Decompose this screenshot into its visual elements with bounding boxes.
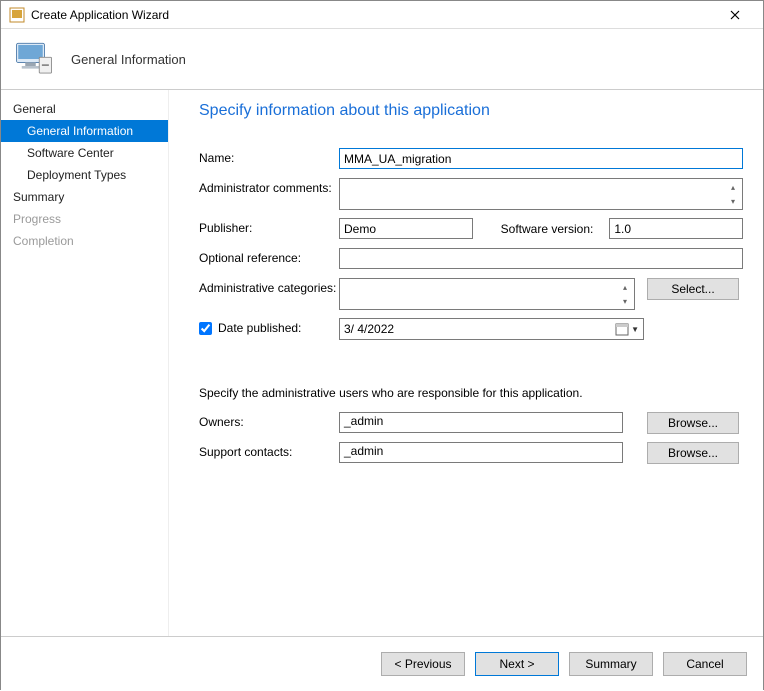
browse-support-contacts-button[interactable]: Browse... — [647, 442, 739, 464]
next-button[interactable]: Next > — [475, 652, 559, 676]
previous-button[interactable]: < Previous — [381, 652, 465, 676]
header-band: General Information — [1, 29, 763, 89]
date-published-input[interactable]: 3/ 4/2022 ▼ — [339, 318, 644, 340]
main-heading: Specify information about this applicati… — [199, 102, 743, 120]
sidebar-group-summary[interactable]: Summary — [1, 186, 168, 208]
chevron-down-icon[interactable]: ▾ — [725, 194, 741, 208]
admin-categories-scroll[interactable]: ▴ ▾ — [617, 280, 633, 308]
publisher-input[interactable] — [339, 218, 473, 239]
window-title: Create Application Wizard — [31, 8, 715, 22]
date-published-check[interactable] — [199, 322, 212, 335]
page-title: General Information — [71, 52, 186, 67]
label-optional-reference: Optional reference: — [199, 248, 339, 265]
cancel-button[interactable]: Cancel — [663, 652, 747, 676]
software-version-input[interactable] — [609, 218, 743, 239]
sidebar-item-deployment-types[interactable]: Deployment Types — [1, 164, 168, 186]
label-name: Name: — [199, 148, 339, 165]
support-contacts-input[interactable]: _admin — [339, 442, 623, 463]
app-icon — [9, 7, 25, 23]
admin-comments-input[interactable]: ▴ ▾ — [339, 178, 743, 210]
chevron-up-icon[interactable]: ▴ — [617, 280, 633, 294]
wizard-footer: < Previous Next > Summary Cancel — [1, 637, 763, 691]
name-input[interactable] — [339, 148, 743, 169]
calendar-icon — [615, 322, 629, 336]
sidebar-group-progress: Progress — [1, 208, 168, 230]
chevron-up-icon[interactable]: ▴ — [725, 180, 741, 194]
date-published-checkbox[interactable]: Date published: — [199, 321, 339, 335]
browse-owners-button[interactable]: Browse... — [647, 412, 739, 434]
date-published-value: 3/ 4/2022 — [344, 322, 394, 336]
wizard-sidebar: General General Information Software Cen… — [1, 90, 169, 636]
optional-reference-input[interactable] — [339, 248, 743, 269]
date-picker-button[interactable]: ▼ — [615, 322, 639, 336]
owners-input[interactable]: _admin — [339, 412, 623, 433]
wizard-body: General General Information Software Cen… — [1, 89, 763, 637]
select-categories-button[interactable]: Select... — [647, 278, 739, 300]
close-button[interactable] — [715, 1, 755, 29]
label-support-contacts: Support contacts: — [199, 442, 339, 459]
label-admin-categories: Administrative categories: — [199, 278, 339, 295]
admin-comments-scroll[interactable]: ▴ ▾ — [725, 180, 741, 208]
admin-categories-input[interactable]: ▴ ▾ — [339, 278, 635, 310]
summary-button[interactable]: Summary — [569, 652, 653, 676]
sidebar-group-general[interactable]: General — [1, 98, 168, 120]
sidebar-item-general-information[interactable]: General Information — [1, 120, 168, 142]
label-software-version: Software version: — [483, 222, 600, 236]
wizard-main: Specify information about this applicati… — [169, 90, 763, 636]
chevron-down-icon: ▼ — [631, 325, 639, 334]
label-publisher: Publisher: — [199, 218, 339, 235]
label-owners: Owners: — [199, 412, 339, 429]
responsibility-note: Specify the administrative users who are… — [199, 386, 743, 400]
label-date-published: Date published: — [218, 321, 301, 335]
chevron-down-icon[interactable]: ▾ — [617, 294, 633, 308]
wizard-icon — [13, 38, 55, 80]
sidebar-group-completion: Completion — [1, 230, 168, 252]
label-admin-comments: Administrator comments: — [199, 178, 339, 195]
sidebar-item-software-center[interactable]: Software Center — [1, 142, 168, 164]
title-bar: Create Application Wizard — [1, 1, 763, 29]
